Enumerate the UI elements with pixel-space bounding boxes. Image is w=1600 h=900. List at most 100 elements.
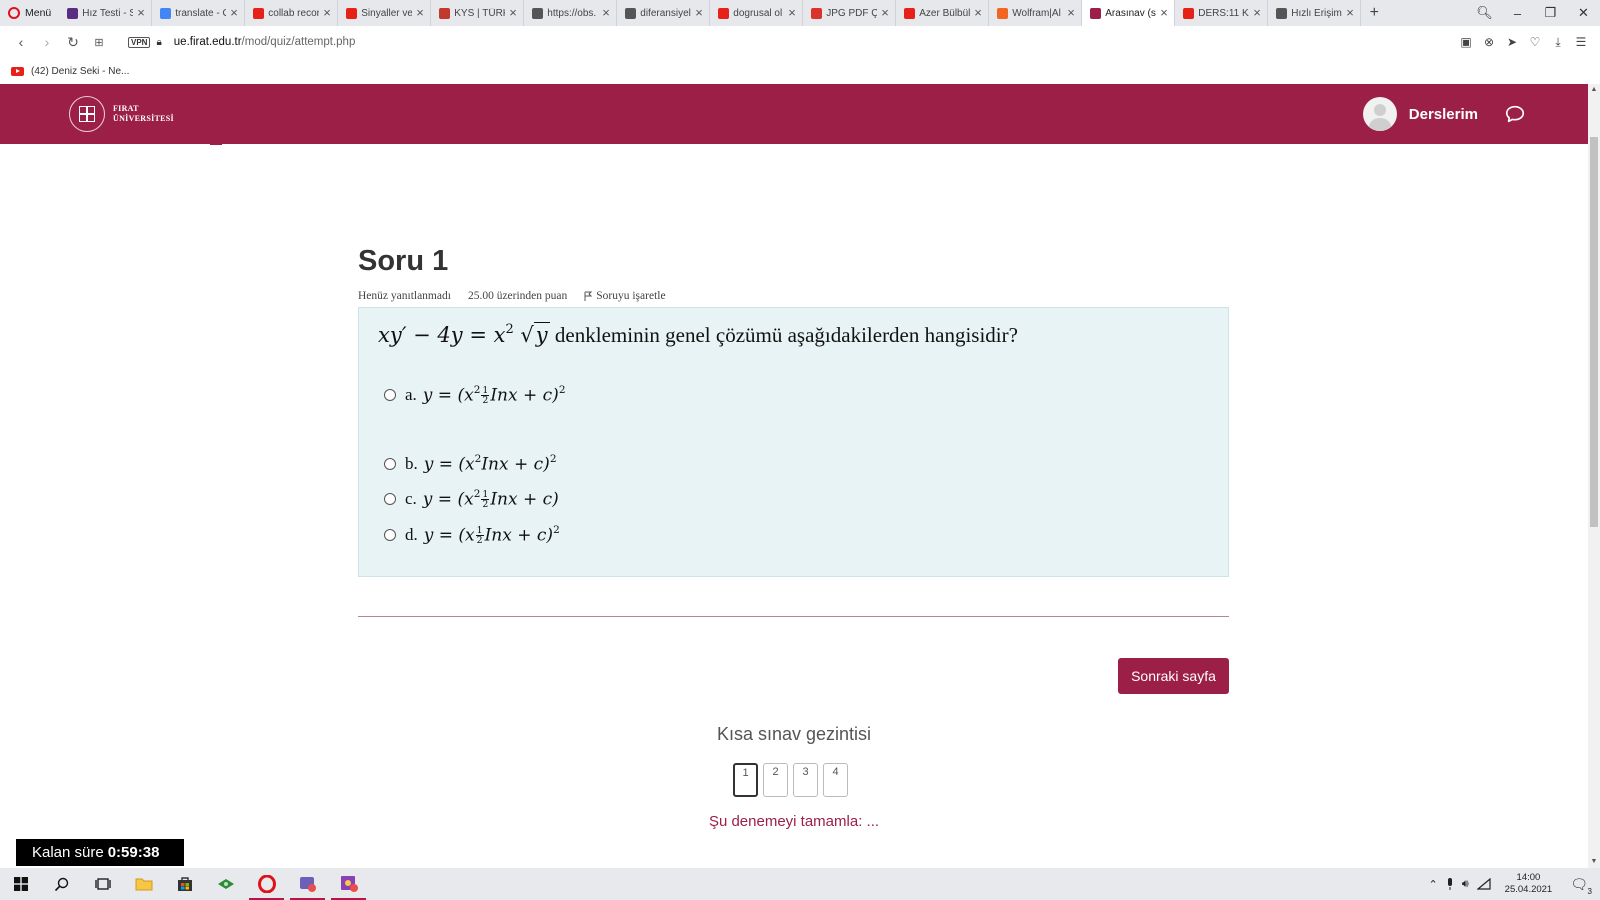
tabs-grid-icon[interactable]: ⊞ bbox=[88, 36, 110, 49]
tab-close-icon[interactable]: × bbox=[137, 6, 147, 19]
easy-setup-icon[interactable]: ☰ bbox=[1574, 35, 1588, 50]
user-avatar[interactable] bbox=[1362, 97, 1397, 131]
tab-close-icon[interactable]: × bbox=[1253, 6, 1263, 19]
browser-tab[interactable]: DERS:11 KA × bbox=[1175, 0, 1269, 26]
new-tab-button[interactable]: + bbox=[1361, 4, 1387, 22]
browser-menu-button[interactable]: Menü bbox=[0, 0, 59, 26]
radio-c[interactable] bbox=[384, 493, 396, 506]
green-app-icon bbox=[217, 879, 234, 889]
browser-tab[interactable]: diferansiyel × bbox=[617, 0, 711, 26]
tab-close-icon[interactable]: × bbox=[1067, 6, 1077, 19]
microphone-icon[interactable] bbox=[1446, 878, 1454, 890]
lock-icon[interactable]: 🔒︎ bbox=[156, 37, 161, 48]
tab-close-icon[interactable]: × bbox=[1160, 6, 1170, 19]
university-logo[interactable]: FIRAT ÜNİVERSİTESİ bbox=[69, 96, 174, 132]
browser-tab[interactable]: KYS | TÜRK × bbox=[431, 0, 525, 26]
tab-label: https://obs. bbox=[547, 7, 597, 19]
tab-close-icon[interactable]: × bbox=[602, 6, 612, 19]
heart-icon[interactable]: ♡ bbox=[1528, 35, 1542, 50]
answer-option-d[interactable]: d. y = (x 1 2 Inx + c)2 bbox=[384, 524, 560, 546]
tab-favicon-icon bbox=[532, 7, 544, 19]
header-clipped-text bbox=[210, 137, 222, 145]
adblock-icon[interactable]: ⊗ bbox=[1482, 35, 1496, 50]
task-view-button[interactable] bbox=[82, 868, 123, 900]
finish-attempt-link[interactable]: Şu denemeyi tamamla: ... bbox=[0, 813, 1588, 830]
tab-close-icon[interactable]: × bbox=[416, 6, 426, 19]
folder-icon bbox=[135, 878, 152, 891]
tab-close-icon[interactable]: × bbox=[695, 6, 705, 19]
minimize-icon[interactable]: – bbox=[1501, 6, 1534, 21]
scroll-thumb[interactable] bbox=[1590, 137, 1598, 527]
browser-tab[interactable]: Hız Testi - S × bbox=[59, 0, 153, 26]
question-nav-2[interactable]: 2 bbox=[763, 763, 788, 797]
taskbar-app-paint[interactable] bbox=[328, 868, 369, 900]
browser-tab[interactable]: collab recor × bbox=[245, 0, 339, 26]
my-courses-link[interactable]: Derslerim bbox=[1409, 106, 1478, 123]
page-scrollbar[interactable]: ▲ ▼ bbox=[1588, 84, 1600, 868]
browser-tab[interactable]: Wolfram|Al × bbox=[989, 0, 1083, 26]
taskbar-opera[interactable] bbox=[246, 868, 287, 900]
url-field[interactable]: ue.firat.edu.tr/mod/quiz/attempt.php bbox=[174, 36, 356, 48]
radio-a[interactable] bbox=[384, 389, 396, 402]
start-button[interactable] bbox=[0, 868, 41, 900]
answer-option-c[interactable]: c. y = (x2 1 2 Inx + c) bbox=[384, 488, 559, 510]
taskbar-search-button[interactable] bbox=[41, 868, 82, 900]
tab-close-icon[interactable]: × bbox=[788, 6, 798, 19]
browser-tab[interactable]: Azer Bülbül × bbox=[896, 0, 990, 26]
url-domain: ue.firat.edu.tr bbox=[173, 36, 242, 48]
taskbar-app-green[interactable] bbox=[205, 868, 246, 900]
wifi-icon[interactable] bbox=[1476, 878, 1491, 890]
answer-option-b[interactable]: b. y = (x2Inx + c)2 bbox=[384, 453, 557, 474]
snapshot-icon[interactable]: ▣ bbox=[1459, 35, 1473, 50]
question-nav-3[interactable]: 3 bbox=[793, 763, 818, 797]
close-window-icon[interactable]: ✕ bbox=[1567, 5, 1600, 21]
volume-icon[interactable]: 🔊︎ bbox=[1462, 878, 1469, 891]
next-page-button[interactable]: Sonraki sayfa bbox=[1118, 658, 1229, 694]
tab-close-icon[interactable]: × bbox=[974, 6, 984, 19]
tray-chevron-up-icon[interactable]: ⌃ bbox=[1429, 878, 1438, 891]
radio-d[interactable] bbox=[384, 529, 396, 542]
browser-tab[interactable]: Sinyaller ve × bbox=[338, 0, 432, 26]
tab-close-icon[interactable]: × bbox=[881, 6, 891, 19]
answer-option-a[interactable]: a. y = (x2 1 2 Inx + c)2 bbox=[384, 384, 566, 406]
search-icon bbox=[54, 877, 69, 891]
restore-icon[interactable]: ❐ bbox=[1534, 5, 1567, 21]
radio-b[interactable] bbox=[384, 457, 396, 470]
browser-tab[interactable]: Hızlı Erişim × bbox=[1268, 0, 1362, 26]
taskbar-clock[interactable]: 14:00 25.04.2021 bbox=[1505, 872, 1553, 896]
download-icon[interactable]: ⤓ bbox=[1551, 35, 1565, 50]
browser-tab[interactable]: dogrusal ol × bbox=[710, 0, 804, 26]
question-nav-4[interactable]: 4 bbox=[823, 763, 848, 797]
browser-tab[interactable]: translate - G × bbox=[152, 0, 246, 26]
scroll-up-arrow-icon[interactable]: ▲ bbox=[1588, 84, 1600, 96]
tab-close-icon[interactable]: × bbox=[323, 6, 333, 19]
question-nav-1[interactable]: 1 bbox=[733, 763, 758, 797]
tab-favicon-icon bbox=[718, 7, 730, 19]
reload-icon[interactable]: ↻ bbox=[62, 34, 84, 51]
tab-favicon-icon bbox=[904, 7, 916, 19]
taskbar-file-explorer[interactable] bbox=[123, 868, 164, 900]
taskbar-app-chat[interactable] bbox=[287, 868, 328, 900]
flag-question-link[interactable]: Soruyu işaretle bbox=[584, 290, 666, 302]
forward-icon[interactable]: › bbox=[36, 34, 58, 50]
send-icon[interactable]: ➤ bbox=[1505, 35, 1519, 50]
tab-favicon-icon bbox=[67, 7, 79, 19]
messages-icon[interactable] bbox=[1504, 103, 1526, 125]
tab-close-icon[interactable]: × bbox=[230, 6, 240, 19]
paint-app-icon bbox=[340, 876, 358, 892]
taskbar-store[interactable] bbox=[164, 868, 205, 900]
browser-tab[interactable]: JPG PDF Çe × bbox=[803, 0, 897, 26]
browser-tab[interactable]: Arasınav (sı × bbox=[1082, 0, 1176, 26]
bookmark-item[interactable]: (42) Deniz Seki - Ne... bbox=[31, 66, 129, 77]
tab-label: JPG PDF Çe bbox=[826, 7, 877, 19]
search-tabs-icon[interactable]: 🔍︎ bbox=[1468, 5, 1501, 21]
notification-center-icon[interactable]: 🗨︎ 3 bbox=[1570, 876, 1592, 896]
scroll-down-arrow-icon[interactable]: ▼ bbox=[1588, 856, 1600, 868]
browser-tab[interactable]: https://obs. × bbox=[524, 0, 618, 26]
vpn-badge[interactable]: VPN bbox=[128, 36, 151, 48]
tab-close-icon[interactable]: × bbox=[509, 6, 519, 19]
option-formula: y = (x2 1 2 Inx + c) bbox=[422, 488, 559, 511]
back-icon[interactable]: ‹ bbox=[10, 34, 32, 50]
tab-close-icon[interactable]: × bbox=[1346, 6, 1356, 19]
notification-count: 3 bbox=[1587, 886, 1592, 896]
